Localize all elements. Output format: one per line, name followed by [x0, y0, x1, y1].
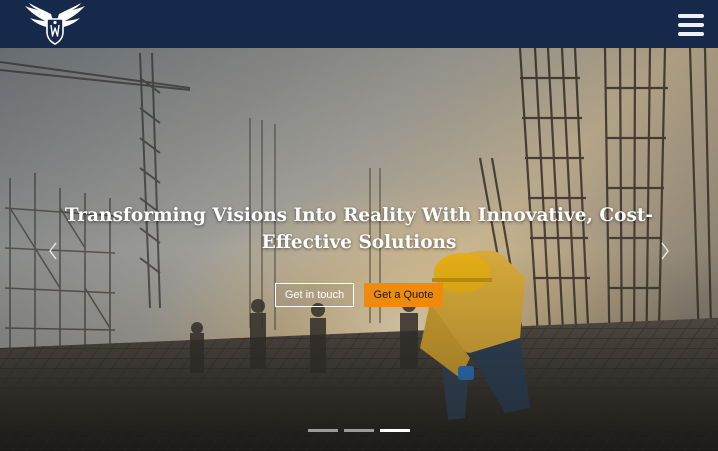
carousel-indicator-active[interactable]: [380, 429, 410, 432]
hamburger-menu-icon[interactable]: [678, 13, 704, 36]
navbar: [0, 0, 718, 48]
carousel-indicators: [308, 429, 410, 433]
chevron-left-icon: [49, 242, 57, 260]
hero-carousel: Transforming Visions Into Reality With I…: [0, 48, 718, 451]
carousel-next-button[interactable]: [653, 238, 677, 264]
menu-bar: [678, 31, 704, 36]
menu-bar: [678, 22, 704, 27]
winged-shield-logo: [25, 3, 85, 45]
carousel-indicator[interactable]: [344, 429, 374, 432]
get-in-touch-button[interactable]: Get in touch: [275, 283, 354, 307]
get-a-quote-button[interactable]: Get a Quote: [364, 283, 443, 307]
chevron-right-icon: [661, 242, 669, 260]
logo-link[interactable]: [22, 2, 88, 46]
hero-headline: Transforming Visions Into Reality With I…: [64, 205, 654, 253]
menu-bar: [678, 13, 704, 18]
carousel-indicator[interactable]: [308, 429, 338, 432]
carousel-prev-button[interactable]: [41, 238, 65, 264]
